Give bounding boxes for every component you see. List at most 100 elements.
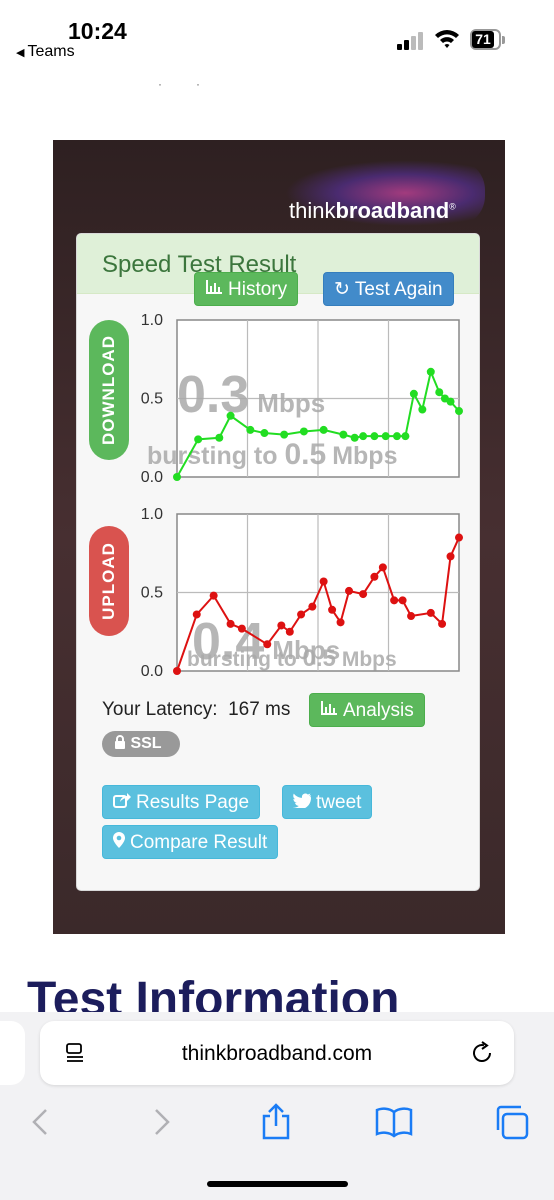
download-ytick: 1.0 <box>141 312 163 329</box>
svg-text:bursting to 0.5Mbps: bursting to 0.5 Mbps <box>187 645 397 672</box>
upload-point <box>378 563 387 572</box>
download-point <box>319 425 328 434</box>
speed-test-result-panel: Speed Test Result History ↻ Test Again DO… <box>76 233 480 891</box>
download-ytick: 0.0 <box>141 469 163 486</box>
upload-point <box>226 619 235 628</box>
address-bar[interactable]: thinkbroadband.com <box>40 1021 514 1085</box>
compare-result-label: Compare Result <box>130 832 268 853</box>
download-point <box>455 407 463 416</box>
tweet-label: tweet <box>316 792 362 813</box>
thinkbroadband-logo[interactable]: thinkbroadband® <box>285 160 485 226</box>
bookmarks-icon[interactable] <box>374 1102 414 1142</box>
battery-nub <box>502 36 505 44</box>
speed-charts: 1.0 0.5 0.0 1.0 0.5 0.0 0.3 Mbps bursting… <box>141 312 463 680</box>
back-icon[interactable] <box>22 1102 62 1142</box>
download-point <box>446 397 455 406</box>
download-point <box>435 388 444 397</box>
latency-label: Your Latency: <box>102 699 218 720</box>
upload-point <box>336 618 345 627</box>
upload-point <box>277 621 286 630</box>
latency-line: Your Latency: 167 ms <box>102 699 290 721</box>
lock-icon <box>114 735 130 752</box>
logo-text: thinkbroadband® <box>289 198 456 223</box>
download-point <box>299 427 308 436</box>
download-ytick: 0.5 <box>141 391 163 408</box>
download-speed-unit: Mbps <box>257 388 325 418</box>
upload-point <box>237 624 246 633</box>
upload-point <box>390 596 399 605</box>
download-point <box>392 432 401 441</box>
url-domain: thinkbroadband.com <box>181 1042 373 1065</box>
upload-point <box>209 591 218 600</box>
map-marker-icon <box>113 826 125 860</box>
upload-point <box>328 605 337 614</box>
analysis-label: Analysis <box>343 700 414 721</box>
upload-burst-value: 0.5 <box>302 645 335 672</box>
upload-point <box>455 533 463 542</box>
upload-point <box>398 596 407 605</box>
tweet-button[interactable]: tweet <box>282 785 373 820</box>
upload-point <box>297 610 306 619</box>
back-app-label: Teams <box>27 43 75 60</box>
analysis-button[interactable]: Analysis <box>309 693 425 727</box>
cellular-signal-icon <box>397 30 427 50</box>
download-point <box>409 389 418 398</box>
download-point <box>381 432 390 441</box>
ssl-badge: SSL <box>102 731 180 757</box>
status-bar: 10:24 ◀ Teams 71 <box>0 0 554 70</box>
back-to-app-link[interactable]: ◀ Teams <box>16 43 75 61</box>
upload-ytick: 0.0 <box>141 663 163 680</box>
download-point <box>226 411 235 420</box>
upload-point <box>173 667 181 675</box>
upload-ytick: 0.5 <box>141 585 163 602</box>
ssl-label: SSL <box>130 735 162 752</box>
forward-icon[interactable] <box>140 1102 180 1142</box>
results-page-label: Results Page <box>136 792 250 813</box>
battery-icon: 71 <box>470 29 505 51</box>
download-point <box>215 433 224 442</box>
wifi-icon <box>435 30 459 48</box>
download-point <box>401 432 410 441</box>
download-point <box>370 432 379 441</box>
upload-point <box>438 619 447 628</box>
battery-level: 71 <box>472 31 494 48</box>
upload-point <box>319 577 328 586</box>
svg-text:bursting to 0.5Mbps: bursting to 0.5 Mbps <box>147 438 397 471</box>
upload-burst-text: bursting to <box>187 648 302 671</box>
upload-point <box>285 627 294 636</box>
latency-value: 167 ms <box>228 699 291 720</box>
upload-ytick: 1.0 <box>141 506 163 523</box>
upload-point <box>426 608 435 617</box>
back-triangle-icon: ◀ <box>16 47 25 59</box>
download-point <box>260 429 269 438</box>
home-indicator <box>207 1181 348 1187</box>
upload-burst-unit: Mbps <box>342 648 397 671</box>
download-burst-unit: Mbps <box>332 442 397 470</box>
download-point <box>350 433 359 442</box>
download-point <box>426 367 435 376</box>
upload-point <box>345 586 354 595</box>
previous-tab-peek[interactable] <box>0 1021 25 1085</box>
tabs-icon[interactable] <box>492 1102 532 1142</box>
upload-point <box>263 640 272 649</box>
share-icon <box>113 786 131 820</box>
download-burst-text: bursting to <box>147 442 284 470</box>
results-page-button[interactable]: Results Page <box>102 785 261 820</box>
compare-result-button[interactable]: Compare Result <box>102 825 279 860</box>
share-up-icon[interactable] <box>256 1102 296 1142</box>
download-point <box>359 432 368 441</box>
bar-chart-icon <box>320 694 338 728</box>
upload-point <box>192 610 201 619</box>
page-dots: ·· <box>158 77 234 91</box>
download-point <box>194 435 203 444</box>
reload-icon[interactable] <box>470 1041 494 1065</box>
download-burst-value: 0.5 <box>284 438 326 471</box>
speedtest-widget: thinkbroadband® Speed Test Result Histor… <box>53 140 505 934</box>
download-point <box>173 473 181 481</box>
download-point <box>418 405 427 414</box>
upload-point <box>370 572 379 581</box>
twitter-icon <box>293 786 311 820</box>
download-point <box>339 430 348 439</box>
download-point <box>246 425 255 434</box>
upload-point <box>308 602 317 611</box>
